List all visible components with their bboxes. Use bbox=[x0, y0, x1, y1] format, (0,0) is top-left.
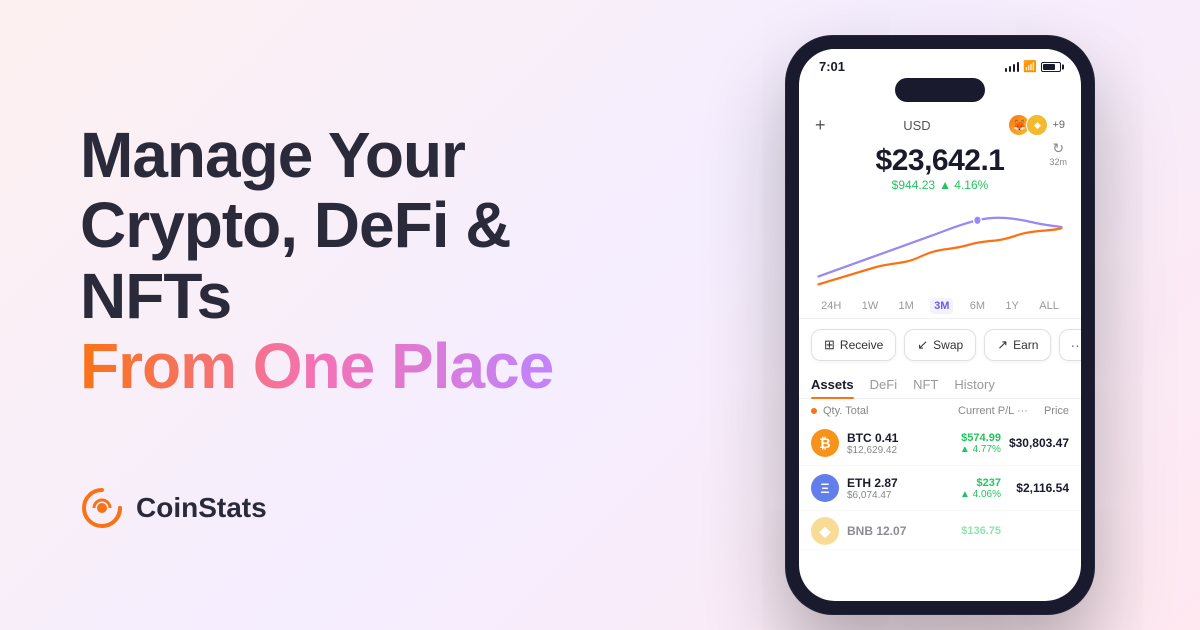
bnb-qty: BNB 12.07 bbox=[847, 524, 906, 538]
total-balance: $23,642.1 bbox=[799, 144, 1081, 178]
asset-row-bnb[interactable]: ◆ BNB 12.07 $136.75 bbox=[799, 511, 1081, 550]
eth-value: $6,074.47 bbox=[847, 490, 898, 501]
asset-header-right: Current P/L ··· Price bbox=[958, 405, 1069, 417]
time-filters: 24H 1W 1M 3M 6M 1Y ALL bbox=[799, 294, 1081, 319]
filter-3m[interactable]: 3M bbox=[930, 298, 953, 314]
battery-icon bbox=[1041, 62, 1061, 72]
btc-icon: ₿ bbox=[811, 429, 839, 457]
status-bar: 7:01 📶 bbox=[799, 49, 1081, 78]
filter-1y[interactable]: 1Y bbox=[1001, 298, 1022, 314]
eth-pnl-pct: ▲ 4.06% bbox=[906, 489, 1001, 500]
tab-nft[interactable]: NFT bbox=[913, 371, 938, 398]
headline-line2: Crypto, DeFi & NFTs bbox=[80, 189, 510, 331]
change-usd: $944.23 bbox=[892, 178, 935, 192]
currency-selector[interactable]: USD bbox=[903, 118, 930, 133]
refresh-icon[interactable]: ↻ bbox=[1049, 140, 1067, 157]
status-time: 7:01 bbox=[819, 59, 845, 74]
headline-line1: Manage Your bbox=[80, 119, 465, 191]
add-wallet-button[interactable]: + bbox=[815, 115, 826, 136]
coinstats-logo-icon bbox=[80, 486, 124, 530]
refresh-time: 32m bbox=[1049, 157, 1067, 167]
price-header: Price bbox=[1044, 405, 1069, 417]
headline-line3: From One Place bbox=[80, 330, 553, 402]
btc-pnl: $574.99 ▲ 4.77% bbox=[906, 432, 1001, 455]
btc-info: BTC 0.41 $12,629.42 bbox=[847, 431, 898, 456]
earn-label: Earn bbox=[1013, 338, 1038, 352]
wallet-icons: 🦊 ◆ +9 bbox=[1008, 114, 1065, 136]
eth-icon: Ξ bbox=[811, 474, 839, 502]
balance-change: $944.23 ▲ 4.16% bbox=[799, 178, 1081, 192]
receive-label: Receive bbox=[840, 338, 883, 352]
sort-dot bbox=[811, 408, 817, 414]
asset-sort-indicator: Qty. Total bbox=[811, 405, 868, 417]
receive-button[interactable]: ⊞ Receive bbox=[811, 329, 896, 361]
logo-text: CoinStats bbox=[136, 492, 267, 524]
extra-wallets-count: +9 bbox=[1052, 119, 1065, 131]
app-header: + USD 🦊 ◆ +9 bbox=[799, 106, 1081, 140]
tab-assets[interactable]: Assets bbox=[811, 371, 854, 398]
tab-history[interactable]: History bbox=[954, 371, 994, 398]
signal-icon bbox=[1005, 62, 1020, 72]
bnb-info: BNB 12.07 bbox=[847, 524, 906, 538]
bnb-pnl-value: $136.75 bbox=[914, 525, 1001, 537]
headline: Manage Your Crypto, DeFi & NFTs From One… bbox=[80, 120, 660, 402]
tabs: Assets DeFi NFT History bbox=[799, 371, 1081, 399]
right-section: 7:01 📶 + USD bbox=[720, 0, 1200, 630]
eth-pnl-value: $237 bbox=[906, 477, 1001, 489]
eth-pnl: $237 ▲ 4.06% bbox=[906, 477, 1001, 500]
btc-price: $30,803.47 bbox=[1009, 436, 1069, 450]
tab-defi[interactable]: DeFi bbox=[870, 371, 897, 398]
swap-label: Swap bbox=[933, 338, 963, 352]
asset-row-eth[interactable]: Ξ ETH 2.87 $6,074.47 $237 ▲ 4.06% $2,116… bbox=[799, 466, 1081, 511]
qty-total-header: Qty. Total bbox=[823, 405, 868, 417]
asset-left-eth: Ξ ETH 2.87 $6,074.47 bbox=[811, 474, 898, 502]
eth-info: ETH 2.87 $6,074.47 bbox=[847, 476, 898, 501]
phone-inner: 7:01 📶 + USD bbox=[799, 49, 1081, 601]
asset-list-header: Qty. Total Current P/L ··· Price bbox=[799, 399, 1081, 421]
btc-value: $12,629.42 bbox=[847, 445, 898, 456]
change-pct: ▲ 4.16% bbox=[939, 178, 988, 192]
binance-wallet-icon[interactable]: ◆ bbox=[1026, 114, 1048, 136]
bnb-icon: ◆ bbox=[811, 517, 839, 545]
phone-frame: 7:01 📶 + USD bbox=[785, 35, 1095, 615]
asset-left-btc: ₿ BTC 0.41 $12,629.42 bbox=[811, 429, 898, 457]
status-icons: 📶 bbox=[1005, 60, 1061, 73]
more-button[interactable]: ··· bbox=[1059, 329, 1081, 361]
swap-button[interactable]: ↙ Swap bbox=[904, 329, 976, 361]
dynamic-island bbox=[895, 78, 985, 102]
filter-1w[interactable]: 1W bbox=[858, 298, 883, 314]
logo-area: CoinStats bbox=[80, 486, 660, 530]
asset-left-bnb: ◆ BNB 12.07 bbox=[811, 517, 906, 545]
receive-icon: ⊞ bbox=[824, 337, 835, 353]
headline-from-one: From One bbox=[80, 330, 374, 402]
filter-24h[interactable]: 24H bbox=[817, 298, 845, 314]
eth-price: $2,116.54 bbox=[1009, 481, 1069, 495]
filter-6m[interactable]: 6M bbox=[966, 298, 989, 314]
eth-qty: ETH 2.87 bbox=[847, 476, 898, 490]
filter-all[interactable]: ALL bbox=[1035, 298, 1063, 314]
wifi-icon: 📶 bbox=[1023, 60, 1037, 73]
asset-row-btc[interactable]: ₿ BTC 0.41 $12,629.42 $574.99 ▲ 4.77% $3… bbox=[799, 421, 1081, 466]
bnb-pnl: $136.75 bbox=[914, 525, 1001, 537]
action-buttons: ⊞ Receive ↙ Swap ↗ Earn ··· bbox=[799, 319, 1081, 371]
swap-icon: ↙ bbox=[917, 337, 928, 353]
btc-pnl-value: $574.99 bbox=[906, 432, 1001, 444]
filter-1m[interactable]: 1M bbox=[895, 298, 918, 314]
left-section: Manage Your Crypto, DeFi & NFTs From One… bbox=[0, 0, 720, 630]
app-content: + USD 🦊 ◆ +9 $23,642.1 $944.23 ▲ 4.16% bbox=[799, 106, 1081, 601]
pnl-header: Current P/L ··· bbox=[958, 405, 1028, 417]
btc-pnl-pct: ▲ 4.77% bbox=[906, 444, 1001, 455]
chart-area bbox=[799, 200, 1081, 290]
earn-icon: ↗ bbox=[997, 337, 1008, 353]
btc-qty: BTC 0.41 bbox=[847, 431, 898, 445]
headline-text: Manage Your Crypto, DeFi & NFTs From One… bbox=[80, 120, 660, 402]
balance-section: $23,642.1 $944.23 ▲ 4.16% ↻ 32m bbox=[799, 140, 1081, 200]
earn-button[interactable]: ↗ Earn bbox=[984, 329, 1051, 361]
headline-place: Place bbox=[391, 330, 553, 402]
